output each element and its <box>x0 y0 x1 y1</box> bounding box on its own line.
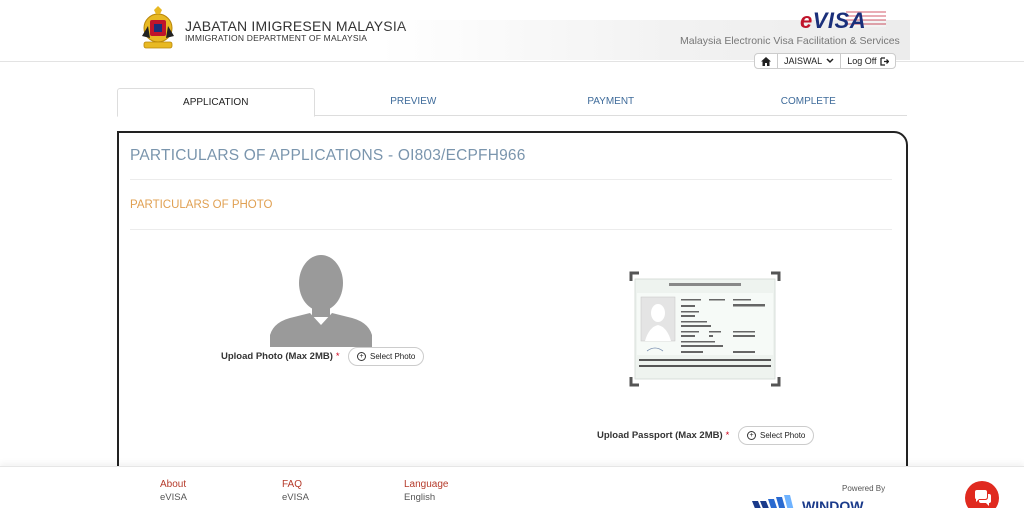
evisa-application-page: JABATAN IMIGRESEN MALAYSIA IMMIGRATION D… <box>0 0 1024 508</box>
passport-sample-image <box>629 271 781 387</box>
plus-circle-icon: + <box>357 352 366 361</box>
upload-photo-label-text: Upload Photo (Max 2MB) <box>221 351 333 362</box>
user-menu-button[interactable]: JAISWAL <box>778 54 842 68</box>
tab-preview[interactable]: PREVIEW <box>315 88 513 115</box>
select-photo-button[interactable]: + Select Photo <box>348 347 425 366</box>
logoff-label: Log Off <box>847 56 877 66</box>
footer-link[interactable]: eVISA <box>160 492 187 503</box>
logoff-button[interactable]: Log Off <box>841 54 894 68</box>
select-passport-label: Select Photo <box>760 431 806 440</box>
footer-link[interactable]: English <box>404 492 449 503</box>
required-mark: * <box>725 430 730 441</box>
logo-visa: VISA <box>812 8 867 33</box>
logo-e: e <box>800 8 813 33</box>
page-title: PARTICULARS OF APPLICATIONS - OI803/ECPF… <box>130 147 526 164</box>
window-brand-logo: WINDOW <box>752 495 864 508</box>
malaysia-coat-of-arms-logo <box>142 6 174 49</box>
brand-text: WINDOW <box>802 498 864 508</box>
site-footer: About eVISA FAQ eVISA Language English P… <box>0 466 1024 508</box>
footer-link[interactable]: eVISA <box>282 492 309 503</box>
footer-heading: FAQ <box>282 479 303 490</box>
application-panel: PARTICULARS OF APPLICATIONS - OI803/ECPF… <box>117 131 908 508</box>
tab-complete[interactable]: COMPLETE <box>710 88 908 115</box>
divider <box>130 229 892 230</box>
user-toolbar: JAISWAL Log Off <box>754 53 896 69</box>
footer-heading: Language <box>404 479 449 490</box>
chat-icon <box>975 490 991 506</box>
dept-title: JABATAN IMIGRESEN MALAYSIA <box>185 18 407 34</box>
tab-application[interactable]: APPLICATION <box>117 88 315 117</box>
plus-circle-icon: + <box>747 431 756 440</box>
footer-heading: About <box>160 479 187 490</box>
footer-column-faq: FAQ eVISA <box>282 479 309 503</box>
home-button[interactable] <box>755 54 778 68</box>
section-title: PARTICULARS OF PHOTO <box>130 199 273 211</box>
chevron-down-icon <box>826 58 834 64</box>
username: JAISWAL <box>784 56 823 66</box>
select-passport-button[interactable]: + Select Photo <box>738 426 815 445</box>
chat-button[interactable] <box>965 481 999 508</box>
required-mark: * <box>335 351 340 362</box>
evisa-logo: eVISA <box>800 8 866 34</box>
application-steps-tabs: APPLICATION PREVIEW PAYMENT COMPLETE <box>117 88 908 117</box>
footer-column-language: Language English <box>404 479 449 503</box>
home-icon <box>761 56 771 66</box>
footer-column-about: About eVISA <box>160 479 187 503</box>
evisa-tagline: Malaysia Electronic Visa Facilitation & … <box>680 35 900 47</box>
select-photo-label: Select Photo <box>370 352 416 361</box>
sign-out-icon <box>879 56 889 66</box>
photo-placeholder-avatar <box>270 255 372 347</box>
upload-passport-label-text: Upload Passport (Max 2MB) <box>597 430 723 441</box>
dept-subtitle: IMMIGRATION DEPARTMENT OF MALAYSIA <box>185 33 368 43</box>
upload-passport-label: Upload Passport (Max 2MB) * <box>597 430 729 441</box>
upload-photo-label: Upload Photo (Max 2MB) * <box>221 351 340 362</box>
divider <box>130 179 892 180</box>
site-header: JABATAN IMIGRESEN MALAYSIA IMMIGRATION D… <box>0 0 1024 69</box>
tab-payment[interactable]: PAYMENT <box>512 88 710 115</box>
